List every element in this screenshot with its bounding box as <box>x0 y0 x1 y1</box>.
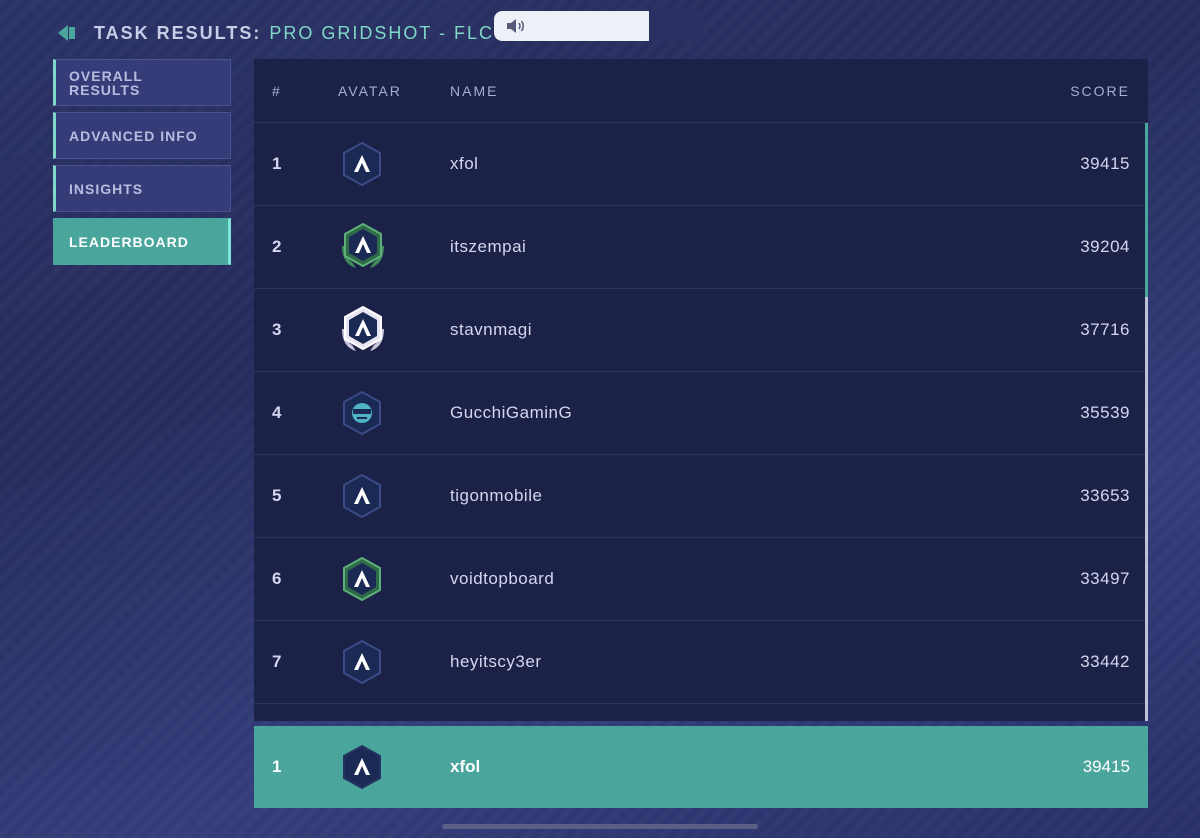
hex-badge-default-icon <box>340 639 384 685</box>
column-header-avatar: AVATAR <box>338 82 402 99</box>
column-header-rank: # <box>272 82 282 99</box>
leaderboard-scrollbar-thumb[interactable] <box>1145 123 1148 297</box>
leaderboard-rows[interactable]: 1 xfol 39415 2 itszempai 39204 3 stavnma… <box>254 123 1148 721</box>
row-score: 37716 <box>1080 320 1130 339</box>
back-arrow-icon[interactable] <box>56 22 78 44</box>
table-row[interactable]: 4 GucchiGaminG 35539 <box>254 372 1148 455</box>
sidebar-item-advanced-info[interactable]: ADVANCED INFO <box>53 112 231 159</box>
row-rank: 1 <box>272 757 282 776</box>
row-rank: 5 <box>272 486 282 505</box>
table-row[interactable]: 5 tigonmobile 33653 <box>254 455 1148 538</box>
row-rank: 3 <box>272 320 282 339</box>
table-row[interactable]: 2 itszempai 39204 <box>254 206 1148 289</box>
row-rank: 4 <box>272 403 282 422</box>
sidebar-item-label: ADVANCED INFO <box>69 127 198 144</box>
current-player-row[interactable]: 1 xfol 39415 <box>254 726 1148 808</box>
row-rank: 2 <box>272 237 282 256</box>
table-row[interactable]: 6 voidtopboard 33497 <box>254 538 1148 621</box>
row-player-name: stavnmagi <box>450 320 532 339</box>
sidebar-item-label: LEADERBOARD <box>69 233 189 250</box>
table-row[interactable]: 3 stavnmagi 37716 <box>254 289 1148 372</box>
row-player-name: voidtopboard <box>450 569 555 588</box>
row-player-name: xfol <box>450 154 479 173</box>
row-rank: 6 <box>272 569 282 588</box>
hex-badge-default-icon <box>340 744 384 790</box>
column-header-score: SCORE <box>1070 82 1130 99</box>
row-score: 39415 <box>1082 757 1130 776</box>
hex-badge-green-laurel-icon <box>336 220 390 274</box>
row-score: 35539 <box>1080 403 1130 422</box>
table-header: # AVATAR NAME SCORE <box>254 59 1148 123</box>
speaker-icon <box>506 17 528 35</box>
row-player-name: xfol <box>450 757 481 776</box>
volume-slider[interactable] <box>494 11 704 41</box>
row-player-name: GucchiGaminG <box>450 403 573 422</box>
row-score: 39204 <box>1080 237 1130 256</box>
hex-badge-green-icon <box>340 556 384 602</box>
row-player-name: itszempai <box>450 237 527 256</box>
sidebar-item-leaderboard[interactable]: LEADERBOARD <box>53 218 231 265</box>
row-rank: 1 <box>272 154 282 173</box>
leaderboard-table: # AVATAR NAME SCORE 1 xfol 39415 2 itsze… <box>254 59 1148 721</box>
row-score: 33653 <box>1080 486 1130 505</box>
row-player-name: tigonmobile <box>450 486 543 505</box>
column-header-name: NAME <box>450 82 499 99</box>
hex-badge-default-icon <box>340 473 384 519</box>
home-indicator[interactable] <box>442 824 758 829</box>
hex-badge-custom-icon <box>340 390 384 436</box>
row-rank: 7 <box>272 652 282 671</box>
sidebar-item-label: INSIGHTS <box>69 180 144 197</box>
sidebar-item-overall-results[interactable]: OVERALL RESULTS <box>53 59 231 106</box>
header: TASK RESULTS: PRO GRIDSHOT - FLC <box>56 18 494 48</box>
sidebar: OVERALL RESULTS ADVANCED INFO INSIGHTS L… <box>53 59 231 271</box>
table-row[interactable]: 1 xfol 39415 <box>254 123 1148 206</box>
row-score: 33497 <box>1080 569 1130 588</box>
sidebar-item-label: OVERALL RESULTS <box>69 67 143 98</box>
hex-badge-silver-laurel-icon <box>336 303 390 357</box>
page-title-task: PRO GRIDSHOT - FLC <box>269 22 495 43</box>
row-score: 39415 <box>1080 154 1130 173</box>
row-player-name: heyitscy3er <box>450 652 542 671</box>
table-row[interactable]: 7 heyitscy3er 33442 <box>254 621 1148 704</box>
page-title-prefix: TASK RESULTS: <box>94 22 262 43</box>
hex-badge-default-icon <box>340 141 384 187</box>
sidebar-item-insights[interactable]: INSIGHTS <box>53 165 231 212</box>
row-score: 33442 <box>1080 652 1130 671</box>
